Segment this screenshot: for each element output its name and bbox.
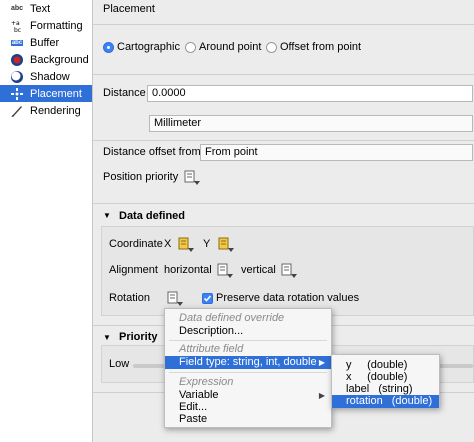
sidebar-item-text[interactable]: abc Text — [0, 0, 92, 17]
section-title: Placement — [103, 3, 155, 15]
field-name: label — [346, 383, 370, 395]
vertical-data-defined-button[interactable] — [280, 263, 298, 279]
svg-text:+a: +a — [11, 20, 20, 27]
data-defined-button[interactable] — [183, 170, 201, 186]
coordinate-x-data-defined-button[interactable] — [177, 237, 195, 253]
coordinate-y-data-defined-button[interactable] — [217, 237, 235, 253]
divider — [93, 74, 474, 75]
radio-label: Around point — [199, 41, 262, 53]
position-priority-label: Position priority — [103, 171, 179, 183]
svg-text:bc: bc — [14, 27, 21, 33]
menu-item-label: Variable — [179, 389, 219, 401]
distance-input[interactable]: 0.0000 — [147, 85, 473, 102]
rendering-icon — [8, 104, 26, 118]
sidebar-item-formatting[interactable]: +a bc Formatting — [0, 17, 92, 34]
collapse-arrow-icon[interactable]: ▼ — [103, 211, 111, 220]
menu-separator — [169, 372, 327, 373]
priority-low-label: Low — [109, 358, 130, 370]
background-icon — [8, 53, 26, 67]
divider — [93, 24, 474, 25]
horizontal-label: horizontal — [164, 264, 212, 276]
alignment-label: Alignment — [109, 264, 158, 276]
divider — [93, 203, 474, 204]
buffer-icon: abc — [10, 39, 24, 46]
preserve-rotation-label: Preserve data rotation values — [216, 292, 360, 304]
collapse-arrow-icon[interactable]: ▼ — [103, 333, 111, 342]
menu-separator — [169, 340, 327, 341]
distance-label: Distance — [103, 87, 146, 99]
submenu-arrow-icon: ▶ — [318, 358, 325, 367]
menu-item-field-type[interactable]: Field type: string, int, double ▶ — [165, 356, 331, 369]
coordinate-label: Coordinate — [109, 238, 163, 250]
field-type: (string) — [378, 383, 413, 395]
rotation-data-defined-button[interactable] — [166, 291, 184, 307]
field-type: (double) — [367, 371, 408, 383]
radio-offset-from-point[interactable] — [266, 42, 277, 53]
radio-label: Offset from point — [280, 41, 362, 53]
menu-item-label: Field type: string, int, double — [179, 356, 317, 368]
data-defined-context-menu: Data defined override Description... Att… — [164, 308, 332, 428]
placement-icon — [8, 87, 26, 101]
preserve-rotation-checkbox[interactable] — [202, 293, 213, 304]
radio-cartographic[interactable] — [103, 42, 114, 53]
menu-header-override: Data defined override — [179, 312, 285, 324]
rotation-label: Rotation — [109, 292, 150, 304]
radio-around-point[interactable] — [185, 42, 196, 53]
field-type: (double) — [367, 359, 408, 371]
offset-from-select[interactable]: From point — [200, 144, 473, 161]
sidebar-item-label: Background — [30, 53, 89, 66]
sidebar-item-shadow[interactable]: Shadow — [0, 68, 92, 85]
data-defined-title: Data defined — [119, 210, 186, 222]
field-type: (double) — [391, 395, 433, 407]
submenu-field-item-selected[interactable]: rotation (double) — [332, 395, 439, 408]
field-name: rotation — [346, 395, 383, 407]
sidebar-item-placement[interactable]: Placement — [0, 85, 92, 102]
text-abc-icon: abc — [10, 5, 24, 12]
radio-label: Cartographic — [117, 41, 180, 53]
sidebar-item-label: Buffer — [30, 36, 60, 49]
sidebar-item-label: Text — [30, 2, 51, 15]
menu-item-paste[interactable]: Paste — [165, 413, 331, 426]
sidebar: abc Text +a bc Formatting abc Buffer Back… — [0, 0, 93, 442]
sidebar-item-label: Rendering — [30, 104, 81, 117]
y-label: Y — [203, 238, 211, 250]
vertical-label: vertical — [241, 264, 276, 276]
field-submenu: y (double) x (double) label (string) rot… — [331, 354, 440, 408]
sidebar-item-label: Formatting — [30, 19, 83, 32]
priority-title: Priority — [119, 331, 158, 343]
horizontal-data-defined-button[interactable] — [216, 263, 234, 279]
divider — [93, 140, 474, 141]
sidebar-item-label: Placement — [30, 87, 82, 100]
formatting-icon: +a bc — [8, 19, 26, 33]
offset-from-label: Distance offset from — [103, 146, 201, 158]
sidebar-item-label: Shadow — [30, 70, 70, 83]
sidebar-item-background[interactable]: Background — [0, 51, 92, 68]
menu-header-field: Attribute field — [179, 343, 244, 355]
menu-item-description[interactable]: Description... — [165, 325, 331, 338]
sidebar-item-rendering[interactable]: Rendering — [0, 102, 92, 119]
shadow-icon — [8, 70, 26, 84]
x-label: X — [164, 238, 172, 250]
unit-select[interactable]: Millimeter — [149, 115, 473, 132]
sidebar-item-buffer[interactable]: abc Buffer — [0, 34, 92, 51]
menu-header-expression: Expression — [179, 376, 234, 388]
